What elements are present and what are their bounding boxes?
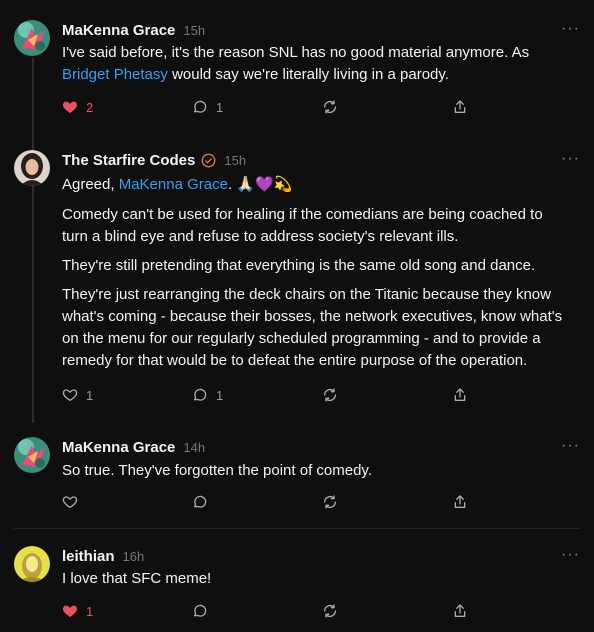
- restack-icon: [324, 604, 336, 618]
- comment-button[interactable]: 1: [192, 385, 223, 405]
- timestamp[interactable]: 15h: [224, 153, 246, 168]
- author-name[interactable]: leithian: [62, 548, 115, 565]
- comment-text: . 🙏🏻💜💫: [227, 176, 293, 193]
- avatar[interactable]: [14, 20, 50, 56]
- comment-text: I've said before, it's the reason SNL ha…: [62, 44, 530, 61]
- like-count: 1: [86, 603, 94, 619]
- share-icon: [454, 100, 466, 113]
- comment-icon: [194, 100, 207, 113]
- comment-count: 1: [216, 387, 224, 403]
- like-count: 2: [86, 99, 94, 115]
- more-options-icon[interactable]: ···: [561, 546, 580, 564]
- comment-icon: [194, 604, 207, 617]
- like-button[interactable]: 1: [62, 601, 93, 621]
- comment-count: 1: [216, 99, 224, 115]
- divider: [14, 528, 580, 529]
- avatar[interactable]: [14, 546, 50, 582]
- restack-icon: [324, 388, 336, 402]
- restack-button[interactable]: [322, 97, 338, 117]
- comment-button[interactable]: [192, 601, 208, 621]
- like-button[interactable]: [62, 492, 78, 512]
- comment-paragraph: They're just rearranging the deck chairs…: [62, 286, 563, 369]
- restack-icon: [324, 100, 336, 114]
- share-button[interactable]: [452, 492, 468, 512]
- author-name[interactable]: MaKenna Grace: [62, 439, 175, 456]
- comment-button[interactable]: 1: [192, 97, 223, 117]
- restack-button[interactable]: [322, 601, 338, 621]
- mention-link[interactable]: MaKenna Grace: [119, 176, 228, 193]
- like-count: 1: [86, 387, 94, 403]
- heart-icon: [62, 389, 78, 401]
- timestamp[interactable]: 15h: [183, 23, 205, 38]
- comment-text: I love that SFC meme!: [62, 570, 212, 587]
- heart-filled-icon: [62, 605, 78, 617]
- comment-paragraph: They're still pretending that everything…: [62, 257, 536, 274]
- share-icon: [454, 388, 466, 401]
- verified-check-icon: [201, 153, 216, 167]
- comment-text: would say we're literally living in a pa…: [167, 66, 449, 83]
- author-name[interactable]: MaKenna Grace: [62, 22, 175, 39]
- restack-icon: [324, 495, 336, 509]
- comment-icon: [194, 495, 207, 508]
- like-button[interactable]: 1: [62, 385, 93, 405]
- avatar[interactable]: [14, 150, 50, 186]
- share-icon: [454, 604, 466, 617]
- comment-icon: [194, 388, 207, 401]
- more-options-icon[interactable]: ···: [561, 150, 580, 168]
- share-icon: [454, 495, 466, 508]
- more-options-icon[interactable]: ···: [561, 20, 580, 38]
- share-button[interactable]: [452, 601, 468, 621]
- heart-filled-icon: [62, 101, 78, 113]
- share-button[interactable]: [452, 385, 468, 405]
- avatar[interactable]: [14, 437, 50, 473]
- author-name[interactable]: The Starfire Codes: [62, 152, 195, 169]
- comment-text: Agreed,: [62, 176, 119, 193]
- more-options-icon[interactable]: ···: [561, 437, 580, 455]
- timestamp[interactable]: 16h: [123, 549, 145, 564]
- thread-line: [32, 192, 34, 422]
- like-button[interactable]: 2: [62, 97, 93, 117]
- comment-text: So true. They've forgotten the point of …: [62, 462, 372, 479]
- comment-button[interactable]: [192, 492, 208, 512]
- restack-button[interactable]: [322, 385, 338, 405]
- restack-button[interactable]: [322, 492, 338, 512]
- heart-icon: [62, 496, 78, 508]
- timestamp[interactable]: 14h: [183, 440, 205, 455]
- comment-paragraph: Comedy can't be used for healing if the …: [62, 206, 543, 245]
- mention-link[interactable]: Bridget Phetasy: [62, 66, 168, 83]
- share-button[interactable]: [452, 97, 468, 117]
